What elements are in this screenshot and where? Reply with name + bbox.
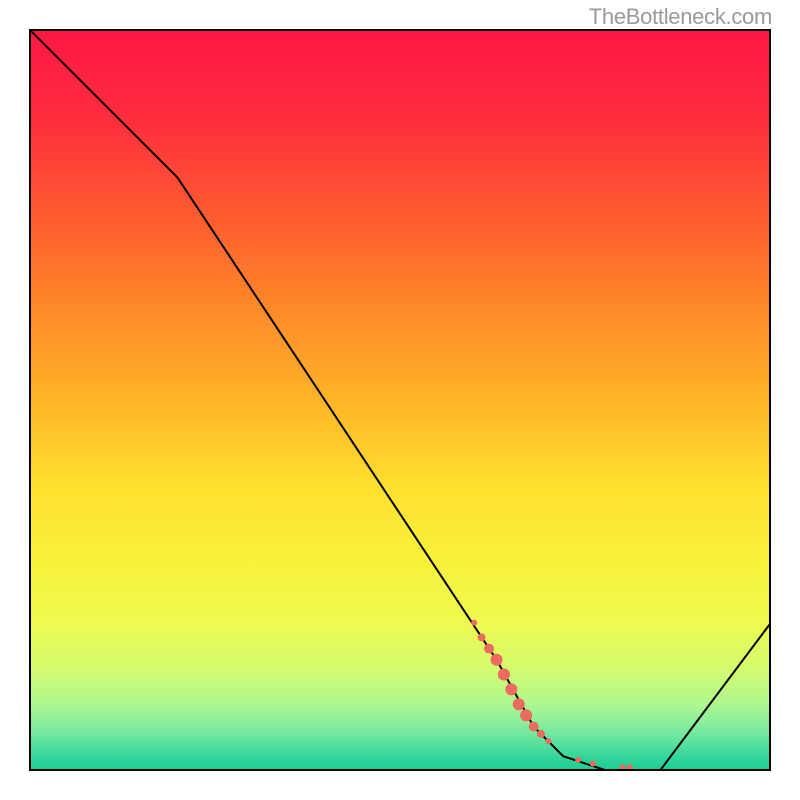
marker-dot [590, 761, 596, 767]
chart-container: TheBottleneck.com [0, 0, 800, 800]
marker-dot [537, 730, 545, 738]
marker-dot [627, 764, 633, 770]
marker-dot [491, 654, 503, 666]
marker-dot [575, 757, 581, 763]
marker-dot [484, 644, 494, 654]
marker-dot [471, 620, 477, 626]
plot-area [29, 29, 771, 771]
marker-dot [545, 738, 551, 744]
marker-dot [529, 722, 539, 732]
highlighted-markers [471, 620, 633, 771]
curve-layer [29, 29, 771, 771]
marker-dot [620, 764, 626, 770]
marker-dot [505, 683, 517, 695]
marker-dot [520, 709, 532, 721]
marker-dot [513, 698, 525, 710]
marker-dot [478, 633, 486, 641]
bottleneck-curve-line [29, 29, 771, 771]
marker-dot [498, 669, 510, 681]
watermark-text: TheBottleneck.com [589, 4, 772, 30]
